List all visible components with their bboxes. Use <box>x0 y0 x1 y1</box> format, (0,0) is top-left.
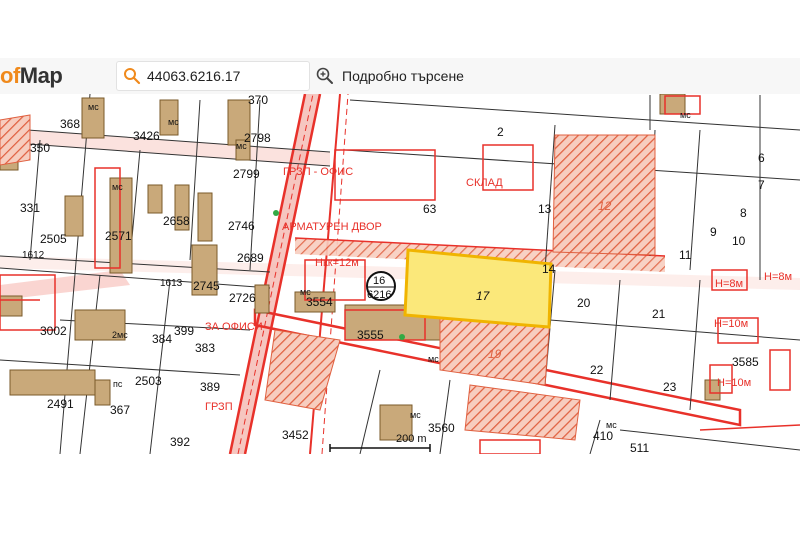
parcel-label: 331 <box>20 201 40 215</box>
streets <box>0 94 800 454</box>
parcel-label: 1612 <box>22 250 45 261</box>
parcel-label: 392 <box>170 435 190 449</box>
parcel-label: 3555 <box>357 328 384 342</box>
top-bar <box>0 0 800 58</box>
search-input[interactable] <box>147 66 302 86</box>
parcel-label: 3560 <box>428 421 455 435</box>
parcel-label: 2505 <box>40 232 67 246</box>
scale-bar <box>329 444 431 452</box>
parcel-label: 23 <box>663 380 677 394</box>
parcel-label: 2726 <box>229 291 256 305</box>
parcel-label: 370 <box>248 94 268 107</box>
parcel-label: 2798 <box>244 131 271 145</box>
search-box[interactable] <box>116 61 310 91</box>
parcel-label: 8 <box>740 206 747 220</box>
advanced-search-button[interactable]: Подробно търсене <box>316 65 464 87</box>
zone-label: ЗА ОФИСИ <box>205 321 263 333</box>
scale-label: 200 m <box>396 433 427 445</box>
parcel-label: 2689 <box>237 251 264 265</box>
zone-label: H=10м <box>717 377 751 389</box>
small-label: мс <box>680 110 691 120</box>
parcel-label: 3426 <box>133 129 160 143</box>
parcel-label: 20 <box>577 296 591 310</box>
zone-label: ГРЗП - ОФИС <box>283 166 353 178</box>
parcel-label: 511 <box>630 441 649 454</box>
parcel-label: 9 <box>710 225 717 239</box>
zone-label: Нкк=12м <box>315 257 359 269</box>
zone-label: ГРЗП <box>205 401 233 413</box>
parcel-label: 410 <box>593 429 613 443</box>
zone-label: H=8м <box>764 271 792 283</box>
small-label: мс <box>428 354 439 364</box>
zone-label: СКЛАД <box>466 177 503 189</box>
parcel-label: 13 <box>538 202 552 216</box>
parcel-label: 2746 <box>228 219 255 233</box>
parcel-label: 19 <box>488 347 502 361</box>
block-number-bottom: 6216 <box>367 289 391 301</box>
parcel-label: 399 <box>174 324 194 338</box>
parcel-label: 383 <box>195 341 215 355</box>
parcel-label: 3002 <box>40 324 67 338</box>
block-number-top: 16 <box>373 275 385 287</box>
small-label: пс <box>113 379 123 389</box>
parcel-label: 14 <box>542 262 556 276</box>
parcel-label: 2491 <box>47 397 74 411</box>
small-label: мс <box>606 420 617 430</box>
cadastral-map[interactable]: 17 16 6216 200 m ГРЗП - ОФИС ЗА ОФИСИ ГР… <box>0 94 800 454</box>
small-label: мс <box>410 410 421 420</box>
parcel-label: 2658 <box>163 214 190 228</box>
parcel-label: 2571 <box>105 229 132 243</box>
parcel-label: 22 <box>590 363 604 377</box>
zone-label: АРМАТУРЕН ДВОР <box>282 221 382 233</box>
small-label: мс <box>300 287 311 297</box>
small-label: мс <box>112 182 123 192</box>
parcel-label: 11 <box>679 248 692 262</box>
parcel-label: 2745 <box>193 279 220 293</box>
small-label: мс <box>236 141 247 151</box>
small-label: мс <box>168 117 179 127</box>
small-label: 2мс <box>112 330 128 340</box>
parcel-label: 63 <box>423 202 437 216</box>
parcel-label: 389 <box>200 380 220 394</box>
parcel-label: 10 <box>732 234 746 248</box>
parcel-label: 6 <box>758 151 765 165</box>
app-logo[interactable]: ofMap <box>0 63 63 89</box>
parcel-label: 2799 <box>233 167 260 181</box>
parcel-label: 2 <box>497 125 504 139</box>
selected-parcel-number: 17 <box>476 289 491 303</box>
parcel-label: 12 <box>598 199 612 213</box>
advanced-search-label: Подробно търсене <box>342 68 464 84</box>
parcel-label: 3452 <box>282 428 309 442</box>
zoom-search-icon <box>316 67 333 84</box>
parcel-label: 1613 <box>160 278 183 289</box>
search-icon[interactable] <box>123 67 141 85</box>
zone-label: H=8м <box>715 278 743 290</box>
parcel-label: 3554 <box>306 295 333 309</box>
parcel-label: 7 <box>758 178 765 192</box>
parcel-label: 2503 <box>135 374 162 388</box>
parcel-label: 384 <box>152 332 172 346</box>
bottom-area <box>0 454 800 533</box>
parcel-label: 21 <box>652 307 666 321</box>
zone-label: H=10м <box>714 318 748 330</box>
small-label: мс <box>88 102 99 112</box>
map-canvas[interactable]: 17 16 6216 200 m ГРЗП - ОФИС ЗА ОФИСИ ГР… <box>0 94 800 454</box>
search-toolbar: ofMap Подробно търсене <box>0 58 800 95</box>
parcel-label: 367 <box>110 403 130 417</box>
parcel-label: 368 <box>60 117 80 131</box>
parcel-label: 350 <box>30 141 50 155</box>
parcel-label: 3585 <box>732 355 759 369</box>
